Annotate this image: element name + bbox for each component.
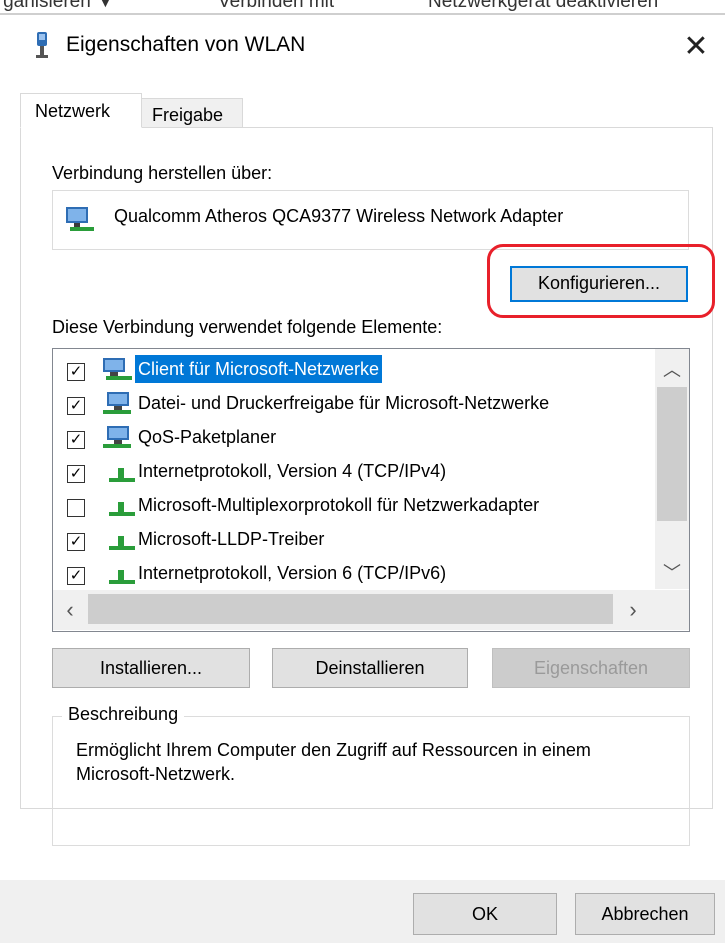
connect-using-label: Verbindung herstellen über: [52,163,273,183]
protocol-icon [109,532,135,557]
cancel-button[interactable]: Abbrechen [575,893,715,935]
tab-netzwerk[interactable]: Netzwerk [20,93,142,128]
component-ipv4[interactable]: Internetprotokoll, Version 4 (TCP/IPv4) [135,457,449,485]
network-card-icon [64,204,96,234]
uninstall-button[interactable]: Deinstallieren [272,648,468,688]
protocol-icon [109,498,135,523]
adapter-name: Qualcomm Atheros QCA9377 Wireless Networ… [114,206,564,226]
checkbox-multiplexor[interactable] [67,499,85,517]
ok-button[interactable]: OK [413,893,557,935]
checkbox-file-sharing[interactable]: ✓ [67,397,85,415]
install-button[interactable]: Installieren... [52,648,250,688]
component-multiplexor[interactable]: Microsoft-Multiplexorprotokoll für Netzw… [135,491,542,519]
configure-button[interactable]: Konfigurieren... [510,266,688,302]
horizontal-scroll-thumb[interactable] [88,594,613,624]
component-file-sharing[interactable]: Datei- und Druckerfreigabe für Microsoft… [135,389,552,417]
component-ipv6[interactable]: Internetprotokoll, Version 6 (TCP/IPv6) [135,559,449,587]
checkbox-ipv6[interactable]: ✓ [67,567,85,585]
toolbar-divider [0,13,725,15]
component-client[interactable]: Client für Microsoft-Netzwerke [135,355,383,383]
component-lldp[interactable]: Microsoft-LLDP-Treiber [135,525,327,553]
checkbox-client[interactable]: ✓ [67,363,85,381]
checkbox-qos[interactable]: ✓ [67,431,85,449]
network-service-icon [101,424,133,455]
scroll-right-icon[interactable]: › [618,593,648,627]
description-text: Ermöglicht Ihrem Computer den Zugriff au… [76,740,591,784]
toolbar-connect[interactable]: Verbinden mit [218,0,334,13]
close-button[interactable]: ✕ [676,25,716,69]
items-label: Diese Verbindung verwendet folgende Elem… [52,317,443,337]
network-adapter-icon [28,30,56,60]
scroll-down-icon[interactable]: ﹀ [655,556,689,590]
vertical-scroll-thumb[interactable] [657,387,687,521]
toolbar-organize[interactable]: Organisieren ▼ [0,0,115,13]
network-service-icon [101,390,133,421]
scroll-up-icon[interactable]: ︿ [655,353,689,387]
checkbox-lldp[interactable]: ✓ [67,533,85,551]
component-qos[interactable]: QoS-Paketplaner [135,423,279,451]
properties-button: Eigenschaften [492,648,690,688]
description-legend: Beschreibung [62,704,185,725]
checkbox-ipv4[interactable]: ✓ [67,465,85,483]
protocol-icon [109,566,135,591]
tab-freigabe[interactable]: Freigabe [141,98,243,128]
dialog-title: Eigenschaften von WLAN [66,33,306,56]
toolbar-disable-device[interactable]: Netzwerkgerät deaktivieren [428,0,658,13]
components-rows: ✓ Client für Microsoft-Netzwerke ✓ Datei… [53,352,653,590]
scroll-left-icon[interactable]: ‹ [55,593,85,627]
network-client-icon [101,356,133,387]
protocol-icon [109,464,135,489]
